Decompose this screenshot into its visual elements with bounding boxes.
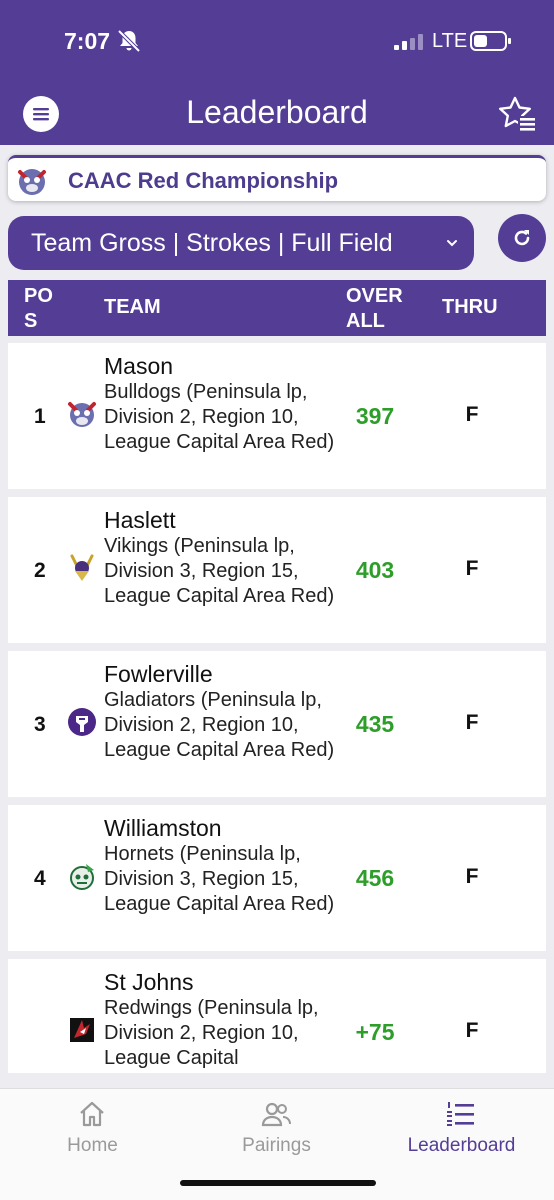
team-name: Fowlerville [104,661,213,687]
thru-status: F [465,557,479,580]
team-description: Vikings (Peninsula lp, Division 3, Regio… [104,535,335,607]
header-overall-line1: OVER [346,285,403,307]
header-pos-line1: PO [24,285,53,307]
event-card[interactable]: CAAC Red Championship [8,155,546,201]
overall-score: 456 [355,865,395,891]
tab-home-label: Home [67,1135,118,1156]
refresh-icon [514,230,530,246]
network-type: LTE [432,30,468,52]
row-position: 2 [34,559,46,582]
leaderboard-filter-select[interactable]: Team Gross | Strokes | Full Field [8,216,474,270]
status-time: 7:07 [64,28,111,54]
bulldog-logo-icon [68,402,96,427]
silent-bell-icon [117,29,141,53]
home-indicator [180,1180,376,1186]
leaderboard-row[interactable]: 1 Mason Bulldogs (Peninsula lp, Division… [8,343,546,489]
home-icon [80,1101,104,1127]
app-header: 7:07 LTE Leaderboard [0,0,554,145]
leaderboard-header: PO S TEAM OVER ALL THRU [8,280,546,336]
row-position: 4 [34,867,46,890]
thru-status: F [465,403,479,426]
leaderboard-row[interactable]: 2 Haslett Vikings (Peninsula lp, Divisio… [8,497,546,643]
team-description: Bulldogs (Peninsula lp, Division 2, Regi… [104,381,335,453]
tab-pairings-label: Pairings [242,1135,311,1156]
column-header-position[interactable]: PO S [24,284,64,334]
viking-logo-icon [70,554,94,581]
column-header-thru[interactable]: THRU [442,295,498,320]
tab-pairings[interactable]: Pairings [184,1089,369,1169]
team-description: Hornets (Peninsula lp, Division 3, Regio… [104,843,335,915]
team-name: Mason [104,353,174,379]
gladiator-logo-icon [68,708,96,736]
chevron-down-icon [447,240,457,247]
ranked-list-icon [447,1102,474,1126]
leaderboard-row[interactable]: 4 Williamston Hornets (Peninsula lp, Div… [8,805,546,951]
thru-status: F [465,711,479,734]
tab-leaderboard-label: Leaderboard [407,1135,516,1156]
thru-status: F [465,1019,479,1042]
tab-home[interactable]: Home [0,1089,185,1169]
status-bar: 7:07 LTE [0,0,554,80]
leaderboard-row[interactable]: St Johns Redwings (Peninsula lp, Divisio… [8,959,546,1073]
row-position: 1 [34,405,46,428]
signal-icon [394,34,423,50]
people-icon [261,1102,291,1127]
team-name: Williamston [104,815,222,841]
overall-score: 435 [355,711,395,737]
overall-score: +75 [355,1019,395,1045]
tab-leaderboard[interactable]: Leaderboard [369,1089,554,1169]
team-description: Redwings (Peninsula lp, Division 2, Regi… [104,997,319,1069]
hornet-logo-icon [70,864,94,890]
team-description: Gladiators (Peninsula lp, Division 2, Re… [104,689,335,761]
overall-score: 397 [355,403,395,429]
team-name: Haslett [104,507,176,533]
team-name: St Johns [104,969,194,995]
filter-label: Team Gross | Strokes | Full Field [31,229,393,257]
leaderboard-row[interactable]: 3 Fowlerville Gladiators (Peninsula lp, … [8,651,546,797]
refresh-button[interactable] [498,214,546,262]
header-overall-line2: ALL [346,310,385,332]
row-position: 3 [34,713,46,736]
page-title: Leaderboard [186,94,368,130]
event-title: CAAC Red Championship [68,168,339,193]
overall-score: 403 [355,557,395,583]
battery-icon [470,31,511,51]
redwing-logo-icon [70,1018,94,1042]
column-header-overall[interactable]: OVER ALL [346,284,416,334]
bulldog-logo-icon [18,169,46,195]
header-pos-line2: S [24,310,38,332]
star-list-icon[interactable] [498,96,538,134]
thru-status: F [465,865,479,888]
column-header-team[interactable]: TEAM [104,295,161,320]
